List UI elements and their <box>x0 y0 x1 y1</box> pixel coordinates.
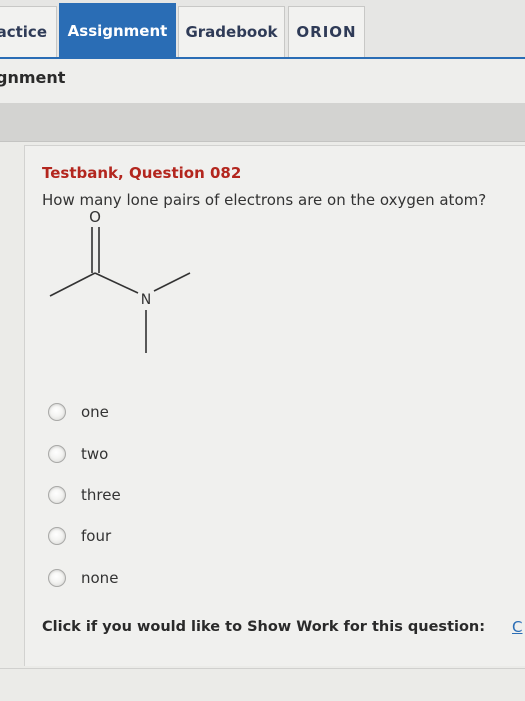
option-label: four <box>81 527 112 545</box>
show-work-prompt: Click if you would like to Show Work for… <box>42 619 486 635</box>
answer-option-none[interactable]: none <box>48 567 118 589</box>
answer-option-two[interactable]: two <box>48 443 108 465</box>
option-label: none <box>81 569 119 587</box>
methyl-bond-left <box>49 272 96 297</box>
radio-button[interactable] <box>48 527 66 545</box>
n-methyl-bond-right <box>153 272 191 292</box>
show-work-link[interactable]: C <box>512 618 522 636</box>
page-title: gnment <box>0 68 66 87</box>
question-title: Testbank, Question 082 <box>42 164 242 182</box>
answer-option-four[interactable]: four <box>48 525 111 547</box>
subheader <box>0 59 525 103</box>
toolbar-band <box>0 103 525 141</box>
nitrogen-atom-label: N <box>141 292 151 308</box>
radio-button[interactable] <box>48 445 66 463</box>
molecule-structure: O N <box>49 208 191 353</box>
tab-practice[interactable]: actice <box>0 6 57 57</box>
radio-button[interactable] <box>48 569 66 587</box>
answer-option-three[interactable]: three <box>48 484 121 506</box>
radio-button[interactable] <box>48 403 66 421</box>
panel-divider <box>0 668 525 669</box>
tab-gradebook[interactable]: Gradebook <box>178 6 285 57</box>
radio-button[interactable] <box>48 486 66 504</box>
tab-assignment[interactable]: Assignment <box>59 3 176 59</box>
tab-orion[interactable]: ORION <box>288 6 365 57</box>
option-label: three <box>81 486 121 504</box>
option-label: one <box>81 403 109 421</box>
option-label: two <box>81 445 109 463</box>
carbonyl-nitrogen-bond <box>94 272 139 294</box>
answer-option-one[interactable]: one <box>48 401 109 423</box>
oxygen-atom-label: O <box>89 208 101 226</box>
